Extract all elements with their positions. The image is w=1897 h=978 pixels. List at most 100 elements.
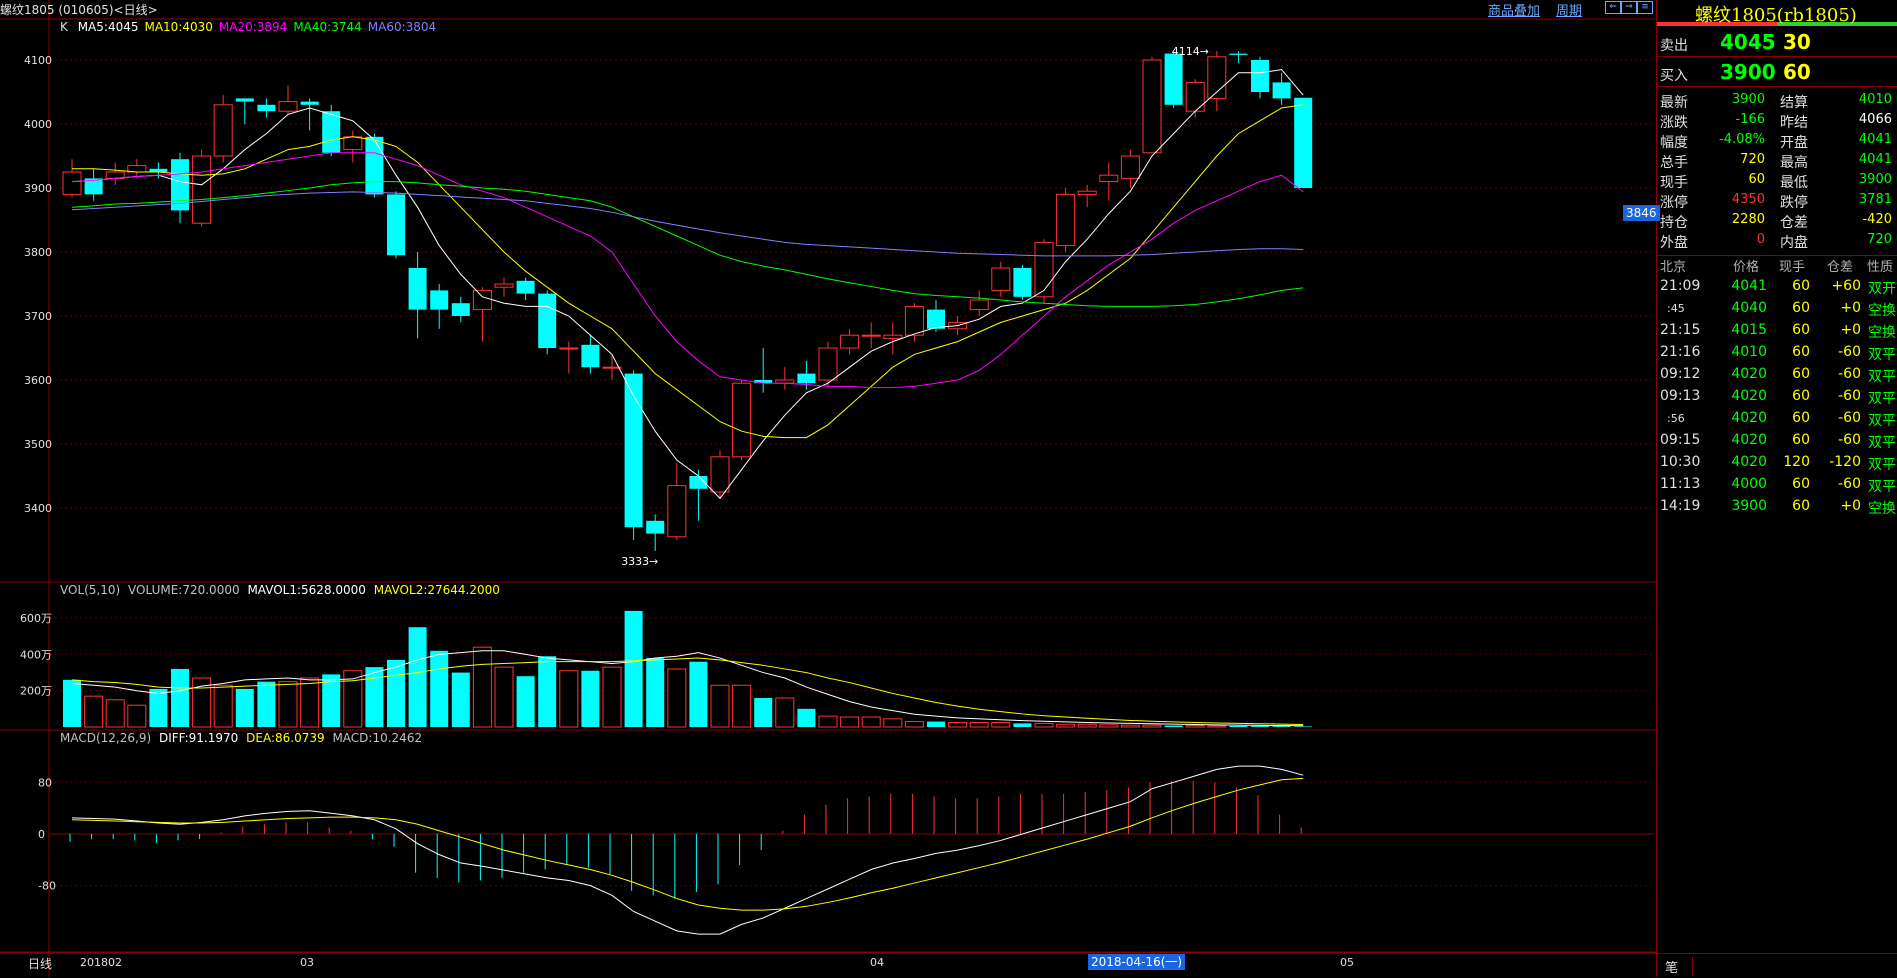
quote-stat-row: 外盘 0 内盘 720 bbox=[1657, 230, 1897, 251]
price-panel-label: K bbox=[60, 20, 68, 34]
volume-legend: VOL(5,10) VOLUME:720.0000 MAVOL1:5628.00… bbox=[60, 583, 500, 597]
volume-bar bbox=[1120, 724, 1140, 728]
period-label[interactable]: 日线 bbox=[28, 955, 52, 972]
quote-stat-label: 最新 bbox=[1660, 95, 1688, 111]
quote-header: 螺纹1805(rb1805) bbox=[1657, 0, 1897, 26]
mavol2-line bbox=[71, 657, 1304, 725]
bid-volume: 60 bbox=[1783, 60, 1811, 84]
volume-bar bbox=[818, 715, 838, 728]
volume-bar bbox=[171, 668, 189, 727]
tick-row[interactable]: 14:19 3900 60 +0 空换 bbox=[1657, 496, 1897, 518]
candle-body bbox=[516, 280, 535, 294]
tick-volume: 60 bbox=[1792, 344, 1810, 360]
candle-body bbox=[667, 485, 687, 538]
tick-row[interactable]: :56 4020 60 -60 双平 bbox=[1657, 408, 1897, 430]
tick-row[interactable]: 21:16 4010 60 -60 双平 bbox=[1657, 342, 1897, 364]
price-tick-label: 3800 bbox=[24, 246, 52, 259]
next-icon[interactable]: ⇒ bbox=[1621, 1, 1637, 14]
quote-stat-row: 现手 60 最低 3900 bbox=[1657, 170, 1897, 191]
tick-price: 4020 bbox=[1731, 410, 1767, 426]
candle-body bbox=[1294, 97, 1313, 188]
high-price-marker: 4114→ bbox=[1172, 45, 1209, 58]
ma-line-ma5 bbox=[71, 69, 1304, 500]
tick-price: 4040 bbox=[1731, 300, 1767, 316]
quote-stat-value: 2280 bbox=[1731, 212, 1765, 227]
volume-bar bbox=[991, 721, 1011, 728]
quote-stat-value: 4010 bbox=[1858, 92, 1892, 107]
tick-oi-change: +0 bbox=[1840, 300, 1861, 316]
candle-body bbox=[840, 334, 860, 349]
tick-oi-change: -60 bbox=[1838, 410, 1861, 426]
quote-stat-value: 4350 bbox=[1731, 192, 1765, 207]
tick-oi-change: +0 bbox=[1840, 498, 1861, 514]
tick-row[interactable]: :45 4040 60 +0 空换 bbox=[1657, 298, 1897, 320]
volume-bar bbox=[710, 684, 730, 728]
ma-legend-item: MA60:3804 bbox=[367, 20, 437, 34]
tick-list[interactable]: 21:09 4041 60 +60 双开 :45 4040 60 +0 空换 21:15 4015 60… bbox=[1657, 276, 1897, 518]
tick-nature: 双平 bbox=[1868, 391, 1896, 407]
quote-stat-value: 0 bbox=[1756, 232, 1765, 247]
macd-tick-label: 80 bbox=[38, 776, 52, 789]
volume-bar bbox=[127, 704, 147, 728]
volume-bar bbox=[1251, 726, 1269, 727]
nav-buttons: ⇐ ⇒ ≡ bbox=[1605, 1, 1653, 14]
tick-row[interactable]: 21:09 4041 60 +60 双开 bbox=[1657, 276, 1897, 298]
volume-bar bbox=[1077, 723, 1097, 728]
tick-price: 4020 bbox=[1731, 454, 1767, 470]
tick-nature: 双平 bbox=[1868, 413, 1896, 429]
mavol1-value: MAVOL1:5628.0000 bbox=[247, 583, 366, 597]
window-title: 螺纹1805 (010605)<日线> bbox=[0, 3, 158, 17]
tick-row[interactable]: 11:13 4000 60 -60 双平 bbox=[1657, 474, 1897, 496]
low-price-marker: 3333→ bbox=[621, 555, 658, 568]
quote-stat-value: 3781 bbox=[1858, 192, 1892, 207]
tick-row[interactable]: 10:30 4020 120 -120 双平 bbox=[1657, 452, 1897, 474]
volume-bar bbox=[1207, 725, 1227, 728]
price-tick-label: 3400 bbox=[24, 502, 52, 515]
commodity-overlay-link[interactable]: 商品叠加 bbox=[1488, 0, 1540, 19]
chart-area[interactable]: 4100 4000 3900 3800 3700 3600 3500 3400 4114→ 333… bbox=[0, 0, 1656, 977]
tick-time: :45 bbox=[1667, 302, 1685, 315]
quote-stat-row: 总手 720 最高 4041 bbox=[1657, 150, 1897, 171]
quote-stat-label: 最低 bbox=[1780, 175, 1808, 191]
ask-volume: 30 bbox=[1783, 30, 1811, 54]
candle-body bbox=[322, 111, 341, 153]
candle-body bbox=[991, 267, 1011, 291]
price-tick-label: 4100 bbox=[24, 54, 52, 67]
tab-ticks[interactable]: 笔 bbox=[1665, 957, 1694, 976]
candle-body bbox=[581, 344, 600, 368]
volume-bar bbox=[1185, 725, 1205, 728]
quote-stat-label: 仓差 bbox=[1780, 215, 1808, 231]
menu-icon[interactable]: ≡ bbox=[1637, 1, 1653, 14]
volume-bar bbox=[365, 667, 384, 727]
volume-bar bbox=[213, 684, 233, 728]
tick-volume: 60 bbox=[1792, 366, 1810, 382]
tick-row[interactable]: 09:15 4020 60 -60 双平 bbox=[1657, 430, 1897, 452]
candle-body bbox=[343, 136, 363, 151]
tick-nature: 双平 bbox=[1868, 457, 1896, 473]
period-link[interactable]: 周期 bbox=[1556, 0, 1582, 19]
cursor-date: 2018-04-16(一) bbox=[1088, 954, 1186, 970]
volume-bar bbox=[646, 658, 665, 727]
candle-body bbox=[1013, 268, 1032, 297]
tick-row[interactable]: 21:15 4015 60 +0 空换 bbox=[1657, 320, 1897, 342]
quote-stat-value: 3900 bbox=[1731, 92, 1765, 107]
tick-row[interactable]: 09:12 4020 60 -60 双平 bbox=[1657, 364, 1897, 386]
x-axis-label: 05 bbox=[1340, 956, 1354, 969]
tick-oi-change: -60 bbox=[1838, 476, 1861, 492]
quote-stat-row: 涨跌 -166 昨结 4066 bbox=[1657, 110, 1897, 131]
quote-stat-value: -4.08% bbox=[1719, 132, 1765, 147]
quote-stat-value: 4041 bbox=[1858, 152, 1892, 167]
volume-tick-label: 600万 bbox=[20, 612, 52, 625]
volume-bar bbox=[797, 708, 816, 727]
x-axis-label: 201802 bbox=[80, 956, 122, 969]
cursor-price: 3846 bbox=[1623, 205, 1660, 221]
prev-icon[interactable]: ⇐ bbox=[1605, 1, 1621, 14]
candle-body bbox=[1185, 81, 1205, 112]
macd-tick-label: 0 bbox=[38, 828, 45, 841]
tick-nature: 空换 bbox=[1868, 501, 1896, 517]
volume-bar bbox=[63, 679, 81, 727]
candle-body bbox=[1142, 59, 1162, 154]
ma-line-ma60 bbox=[71, 191, 1304, 257]
tick-row[interactable]: 09:13 4020 60 -60 双平 bbox=[1657, 386, 1897, 408]
tick-price: 4041 bbox=[1731, 278, 1767, 294]
